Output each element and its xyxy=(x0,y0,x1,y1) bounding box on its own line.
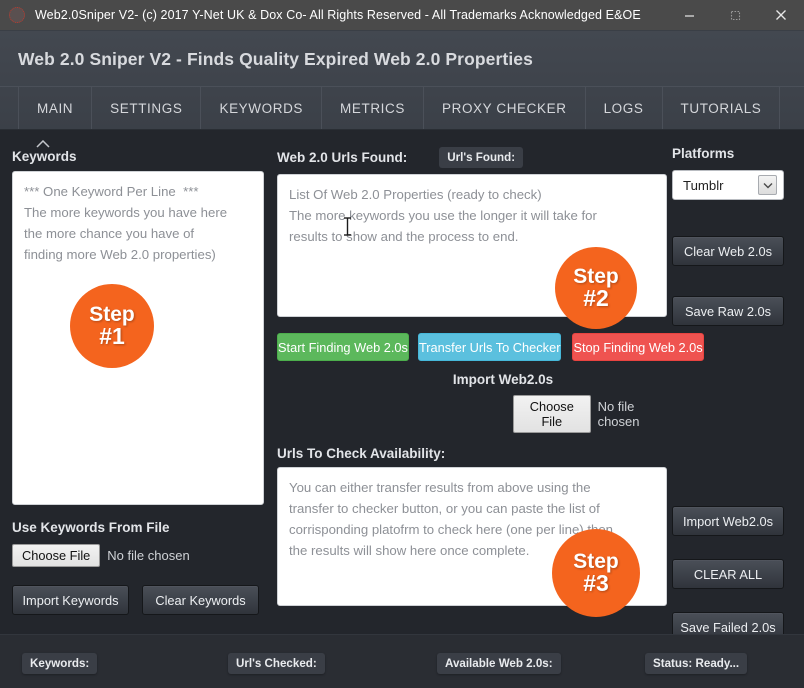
urls-to-check-title: Urls To Check Availability: xyxy=(277,446,446,461)
status-keywords-badge: Keywords: xyxy=(22,653,98,674)
window-titlebar: Web2.0Sniper V2- (c) 2017 Y-Net UK & Dox… xyxy=(0,0,804,30)
target-icon xyxy=(9,7,25,23)
page-title: Web 2.0 Sniper V2 - Finds Quality Expire… xyxy=(18,49,533,69)
platforms-panel: Platforms Tumblr Clear Web 2.0s Save Raw… xyxy=(672,140,792,642)
keywords-file-name: No file chosen xyxy=(107,548,190,563)
maximize-icon[interactable] xyxy=(712,0,758,30)
transfer-urls-button[interactable]: Transfer Urls To Checker xyxy=(417,333,562,361)
urls-file-row: Choose File No file chosen xyxy=(277,395,667,433)
use-keywords-from-file-label: Use Keywords From File xyxy=(12,520,170,535)
import-web20s-label: Import Web2.0s xyxy=(452,372,554,387)
check-textarea-wrap: Step #3 xyxy=(277,467,667,617)
import-web20s-file-name: No file chosen xyxy=(597,399,640,429)
urls-found-textarea-wrap: Step #2 xyxy=(277,174,667,329)
main-content: Keywords Step #1 Use Keywords From File … xyxy=(0,130,804,688)
keywords-file-row: Choose File No file chosen xyxy=(12,544,264,567)
urls-found-title: Web 2.0 Urls Found: xyxy=(277,149,408,165)
status-urls-checked-badge: Url's Checked: xyxy=(228,653,325,674)
urls-found-counter-badge: Url's Found: xyxy=(439,146,524,168)
platform-select[interactable]: Tumblr xyxy=(672,170,784,200)
main-tabbar: MAIN SETTINGS KEYWORDS METRICS PROXY CHE… xyxy=(0,86,804,129)
find-action-row: Start Finding Web 2.0s Transfer Urls To … xyxy=(277,333,704,361)
status-ready-badge: Status: Ready... xyxy=(645,653,748,674)
keywords-input[interactable] xyxy=(12,171,264,505)
tab-keywords[interactable]: KEYWORDS xyxy=(201,87,323,129)
tab-label: SETTINGS xyxy=(110,100,183,116)
tab-logs[interactable]: LOGS xyxy=(586,87,663,129)
save-raw-20s-button[interactable]: Save Raw 2.0s xyxy=(672,296,784,326)
tab-label: KEYWORDS xyxy=(219,100,304,116)
keywords-action-row: Import Keywords Clear Keywords xyxy=(12,585,264,615)
tab-main[interactable]: MAIN xyxy=(18,87,93,129)
status-available-badge: Available Web 2.0s: xyxy=(437,653,561,674)
urls-found-header: Web 2.0 Urls Found: Url's Found: xyxy=(277,146,667,168)
tab-label: LOGS xyxy=(603,100,644,116)
platforms-title: Platforms xyxy=(672,146,735,161)
clear-all-button[interactable]: CLEAR ALL xyxy=(672,559,784,589)
tab-tutorials[interactable]: TUTORIALS xyxy=(663,87,781,129)
window-title: Web2.0Sniper V2- (c) 2017 Y-Net UK & Dox… xyxy=(35,8,641,22)
platform-select-value: Tumblr xyxy=(683,177,724,193)
keywords-collapse-chevron-up-icon[interactable] xyxy=(12,140,264,149)
urls-to-check-input[interactable] xyxy=(277,467,667,606)
tab-metrics[interactable]: METRICS xyxy=(322,87,424,129)
import-keywords-button[interactable]: Import Keywords xyxy=(12,585,129,615)
tab-proxy-checker[interactable]: PROXY CHECKER xyxy=(424,87,586,129)
tab-settings[interactable]: SETTINGS xyxy=(92,87,202,129)
import-web20s-choose-file-button[interactable]: Choose File xyxy=(513,395,591,433)
chevron-down-icon xyxy=(758,175,777,195)
close-icon[interactable] xyxy=(758,0,804,30)
urls-panels: Web 2.0 Urls Found: Url's Found: Step #2 xyxy=(277,140,704,617)
tab-label: MAIN xyxy=(37,100,74,116)
window-controls xyxy=(666,0,804,30)
text-cursor-ibeam-icon xyxy=(343,217,352,236)
start-finding-button[interactable]: Start Finding Web 2.0s xyxy=(277,333,409,361)
app-header: Web 2.0 Sniper V2 - Finds Quality Expire… xyxy=(0,31,804,130)
clear-keywords-button[interactable]: Clear Keywords xyxy=(142,585,259,615)
tab-label: TUTORIALS xyxy=(680,100,762,116)
urls-found-output[interactable] xyxy=(277,174,667,317)
minimize-icon[interactable] xyxy=(666,0,712,30)
keywords-textarea-wrap: Step #1 xyxy=(12,171,264,510)
application-window: Web 2.0 Sniper V2 - Finds Quality Expire… xyxy=(0,30,804,688)
import-web20s-button[interactable]: Import Web2.0s xyxy=(672,506,784,536)
keywords-choose-file-button[interactable]: Choose File xyxy=(12,544,101,567)
keywords-title: Keywords xyxy=(12,149,77,164)
keywords-panel: Keywords Step #1 Use Keywords From File … xyxy=(12,140,264,615)
statusbar: Keywords: Url's Checked: Available Web 2… xyxy=(0,634,804,688)
tab-label: METRICS xyxy=(340,100,405,116)
clear-web20s-button[interactable]: Clear Web 2.0s xyxy=(672,236,784,266)
tab-label: PROXY CHECKER xyxy=(441,100,567,116)
